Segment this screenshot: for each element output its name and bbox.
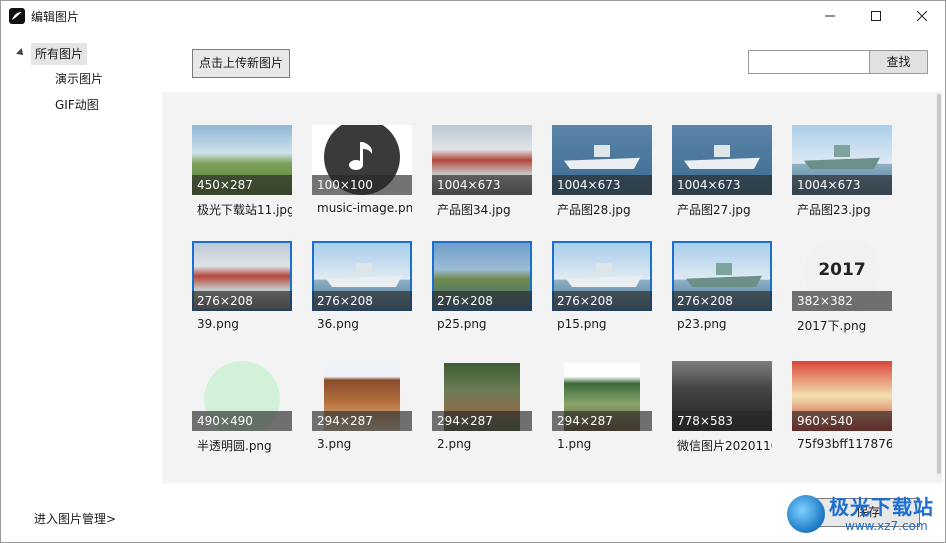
gallery-scrollbar[interactable] [936, 92, 942, 483]
image-tile[interactable]: 778×583 微信图片20201106 [672, 361, 772, 456]
image-dimensions: 276×208 [552, 291, 652, 311]
minimize-icon [825, 15, 835, 17]
upload-button[interactable]: 点击上传新图片 [192, 49, 290, 78]
image-dimensions: 276×208 [192, 291, 292, 311]
image-filename: 2.png [437, 437, 472, 451]
maximize-icon [871, 11, 881, 21]
image-tile[interactable]: 276×208 p15.png [552, 241, 652, 336]
image-dimensions: 1004×673 [792, 175, 892, 195]
image-dimensions: 960×540 [792, 411, 892, 431]
image-filename: 半透明圆.png [197, 439, 272, 453]
music-note-icon [349, 142, 373, 170]
image-dimensions: 294×287 [552, 411, 652, 431]
ship-shape [566, 275, 642, 287]
expand-arrow-icon[interactable] [16, 48, 26, 58]
image-tile[interactable]: 276×208 p25.png [432, 241, 532, 336]
minimize-button[interactable] [807, 1, 853, 31]
tree-item-demo-images[interactable]: 演示图片 [55, 68, 103, 90]
image-tile[interactable]: 294×287 3.png [312, 361, 412, 456]
image-dimensions: 100×100 [312, 175, 412, 195]
image-tile[interactable]: 1004×673 产品图23.jpg [792, 125, 892, 220]
image-dimensions: 294×287 [432, 411, 532, 431]
watermark-url: www.xz7.com [845, 519, 928, 533]
image-filename: p23.png [677, 317, 727, 331]
image-dimensions: 1004×673 [552, 175, 652, 195]
image-filename: 极光下载站11.jpg [197, 203, 292, 217]
image-tile[interactable]: 276×208 39.png [192, 241, 292, 336]
image-tile[interactable]: 960×540 75f93bff1178763 [792, 361, 892, 456]
watermark-text: 极光下载站 [829, 495, 934, 519]
image-tile[interactable]: 490×490 半透明圆.png [192, 361, 292, 456]
image-tile[interactable]: 276×208 p23.png [672, 241, 772, 336]
scrollbar-thumb[interactable] [937, 94, 941, 474]
year-label: 2017 [818, 260, 866, 280]
ship-tower [356, 263, 372, 275]
ship-shape [684, 157, 760, 169]
image-filename: 2017下.png [797, 319, 867, 333]
window-title: 编辑图片 [31, 10, 80, 24]
watermark: 极光下载站 www.xz7.com [787, 487, 939, 539]
ship-tower [834, 145, 850, 157]
image-filename: 1.png [557, 437, 592, 451]
image-filename: 39.png [197, 317, 239, 331]
ship-tower [594, 145, 610, 157]
ship-tower [596, 263, 612, 275]
search-input[interactable] [748, 50, 870, 74]
image-dimensions: 294×287 [312, 411, 412, 431]
image-tile[interactable]: 100×100 music-image.png [312, 125, 412, 220]
ship-shape [564, 157, 640, 169]
image-filename: 微信图片20201106 [677, 439, 772, 453]
tree-item-gif[interactable]: GIF动图 [55, 94, 99, 116]
title-bar: 编辑图片 [1, 1, 945, 31]
image-filename: p25.png [437, 317, 487, 331]
image-tile[interactable]: 276×208 36.png [312, 241, 412, 336]
image-tile[interactable]: 450×287 极光下载站11.jpg [192, 125, 292, 220]
image-dimensions: 382×382 [792, 291, 892, 311]
image-filename: 产品图28.jpg [557, 203, 631, 217]
image-filename: 产品图34.jpg [437, 203, 511, 217]
tree-item-all-images[interactable]: 所有图片 [15, 43, 115, 65]
image-filename: 产品图23.jpg [797, 203, 871, 217]
watermark-logo-icon [787, 495, 825, 533]
image-tile[interactable]: 2017 382×382 2017下.png [792, 241, 892, 336]
image-tile[interactable]: 1004×673 产品图34.jpg [432, 125, 532, 220]
image-dimensions: 276×208 [312, 291, 412, 311]
ship-shape [804, 157, 880, 169]
image-dimensions: 1004×673 [672, 175, 772, 195]
image-tile[interactable]: 294×287 2.png [432, 361, 532, 456]
image-dimensions: 276×208 [672, 291, 772, 311]
search-button[interactable]: 查找 [869, 50, 928, 74]
ship-shape [326, 275, 402, 287]
image-tile[interactable]: 1004×673 产品图27.jpg [672, 125, 772, 220]
image-filename: 36.png [317, 317, 359, 331]
image-dimensions: 490×490 [192, 411, 292, 431]
tree-item-label: 所有图片 [31, 43, 88, 65]
image-filename: 3.png [317, 437, 352, 451]
ship-tower [716, 263, 732, 275]
image-filename: p15.png [557, 317, 607, 331]
image-filename: music-image.png [317, 201, 412, 215]
ship-shape [686, 275, 762, 287]
close-button[interactable] [899, 1, 945, 31]
ship-tower [714, 145, 730, 157]
image-filename: 产品图27.jpg [677, 203, 751, 217]
app-window: 编辑图片 所有图片 演示图片 GIF动图 点击上传新图片 查找 450×287 … [0, 0, 946, 543]
image-dimensions: 276×208 [432, 291, 532, 311]
image-dimensions: 450×287 [192, 175, 292, 195]
image-dimensions: 778×583 [672, 411, 772, 431]
image-tile[interactable]: 294×287 1.png [552, 361, 652, 456]
image-dimensions: 1004×673 [432, 175, 532, 195]
image-filename: 75f93bff1178763 [797, 437, 892, 451]
image-tile[interactable]: 1004×673 产品图28.jpg [552, 125, 652, 220]
image-management-link[interactable]: 进入图片管理> [34, 510, 116, 527]
maximize-button[interactable] [853, 1, 899, 31]
close-icon [917, 11, 927, 21]
app-logo-icon [9, 8, 25, 24]
